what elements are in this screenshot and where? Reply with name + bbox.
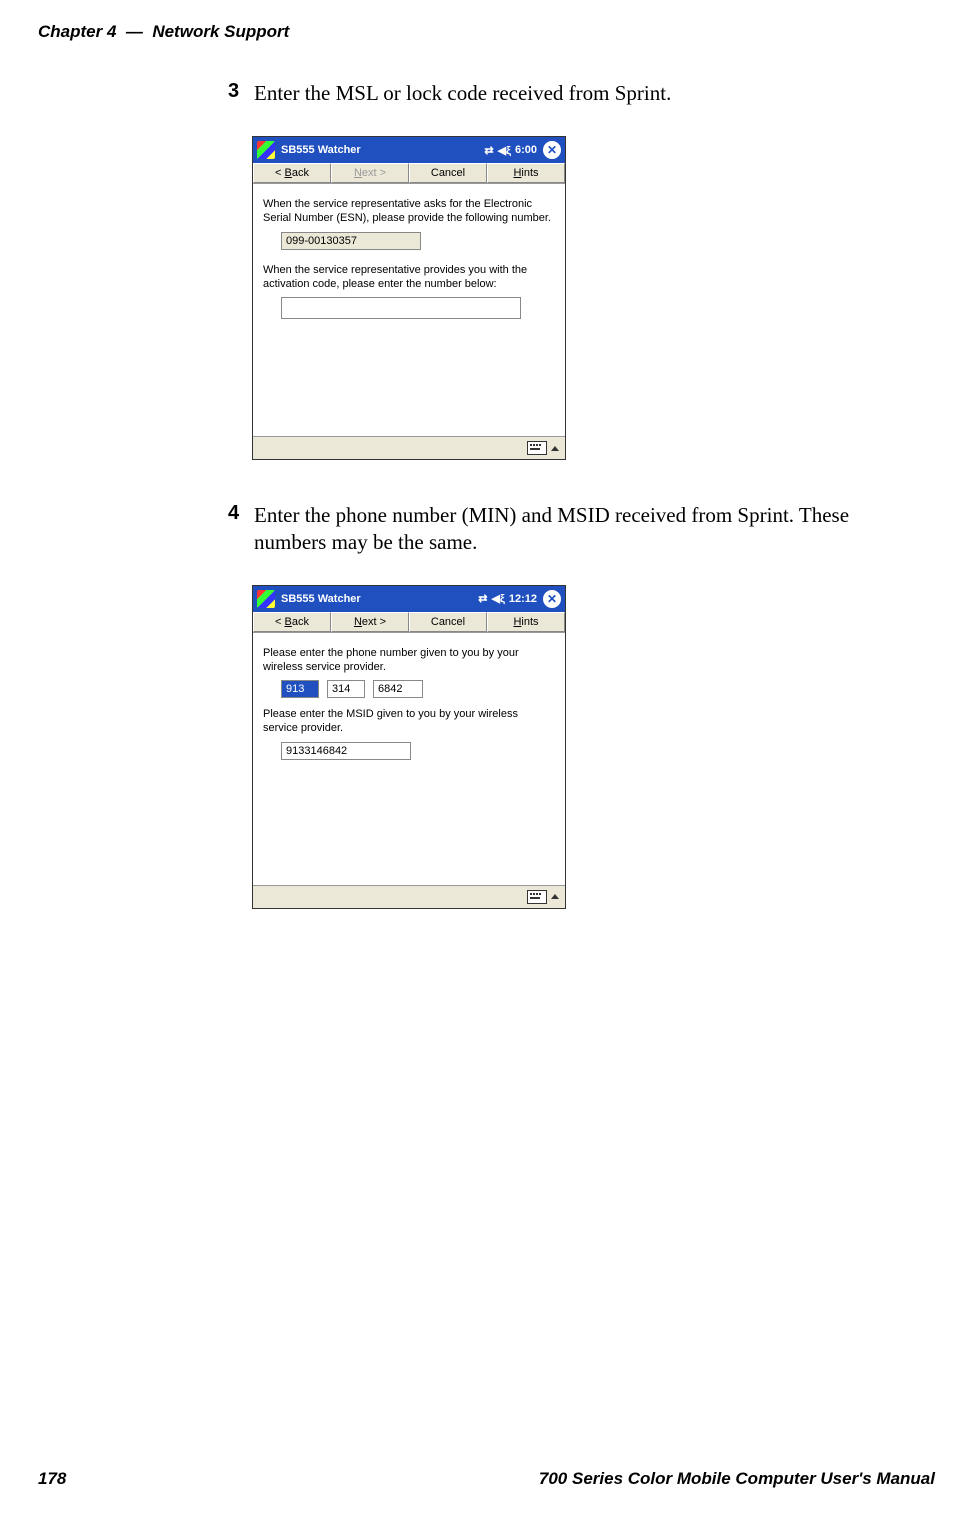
back-button[interactable]: < Back — [253, 612, 331, 632]
keyboard-icon[interactable] — [527, 890, 547, 904]
phone-prefix-input[interactable]: 314 — [327, 680, 365, 698]
cancel-button[interactable]: Cancel — [409, 612, 487, 632]
bottom-bar — [253, 885, 565, 908]
app-title: SB555 Watcher — [281, 144, 361, 156]
back-button[interactable]: < Back — [253, 163, 331, 183]
step-text: Enter the phone number (MIN) and MSID re… — [254, 502, 914, 555]
step-4: 4 Enter the phone number (MIN) and MSID … — [228, 502, 928, 555]
msid-instruction: Please enter the MSID given to you by yo… — [263, 708, 555, 736]
hints-button[interactable]: Hints — [487, 163, 565, 183]
start-icon[interactable] — [257, 141, 275, 159]
next-button[interactable]: Next > — [331, 612, 409, 632]
phone-area-input[interactable]: 913 — [281, 680, 319, 698]
page-number: 178 — [38, 1469, 66, 1489]
up-arrow-icon[interactable] — [551, 446, 559, 451]
cancel-button[interactable]: Cancel — [409, 163, 487, 183]
esn-instruction: When the service representative asks for… — [263, 198, 555, 226]
phone-instruction: Please enter the phone number given to y… — [263, 647, 555, 675]
chapter-title: Network Support — [152, 22, 289, 41]
status-icons: ⇄ ◀ξ 6:00 — [484, 144, 537, 157]
chapter-number: Chapter 4 — [38, 22, 116, 41]
step-text: Enter the MSL or lock code received from… — [254, 80, 914, 106]
activation-instruction: When the service representative provides… — [263, 264, 555, 292]
next-button: Next > — [331, 163, 409, 183]
device-screenshot-phone: SB555 Watcher ⇄ ◀ξ 12:12 ✕ < Back Next >… — [252, 585, 566, 909]
hints-button[interactable]: Hints — [487, 612, 565, 632]
esn-field: 099-00130357 — [281, 232, 421, 250]
sound-icon: ◀ξ — [498, 144, 511, 157]
status-icons: ⇄ ◀ξ 12:12 — [478, 592, 537, 605]
step-number: 4 — [228, 502, 250, 525]
start-icon[interactable] — [257, 590, 275, 608]
bottom-bar — [253, 436, 565, 459]
keyboard-icon[interactable] — [527, 441, 547, 455]
separator: — — [126, 22, 143, 41]
manual-title: 700 Series Color Mobile Computer User's … — [539, 1469, 935, 1489]
device-screenshot-esn: SB555 Watcher ⇄ ◀ξ 6:00 ✕ < Back Next > … — [252, 136, 566, 460]
phone-inputs: 913 314 6842 — [281, 680, 555, 698]
step-number: 3 — [228, 80, 250, 103]
page-header: Chapter 4 — Network Support — [38, 22, 935, 42]
sound-icon: ◀ξ — [492, 592, 505, 605]
connection-icon: ⇄ — [484, 144, 493, 157]
msid-input[interactable]: 9133146842 — [281, 742, 411, 760]
screen-body: Please enter the phone number given to y… — [253, 633, 565, 885]
title-bar: SB555 Watcher ⇄ ◀ξ 6:00 ✕ — [253, 137, 565, 163]
content-area: 3 Enter the MSL or lock code received fr… — [228, 80, 928, 951]
title-bar: SB555 Watcher ⇄ ◀ξ 12:12 ✕ — [253, 586, 565, 612]
connection-icon: ⇄ — [478, 592, 487, 605]
close-icon[interactable]: ✕ — [543, 590, 561, 608]
toolbar: < Back Next > Cancel Hints — [253, 163, 565, 184]
toolbar: < Back Next > Cancel Hints — [253, 612, 565, 633]
up-arrow-icon[interactable] — [551, 894, 559, 899]
app-title: SB555 Watcher — [281, 593, 361, 605]
clock: 6:00 — [515, 144, 537, 156]
close-icon[interactable]: ✕ — [543, 141, 561, 159]
activation-code-input[interactable] — [281, 297, 521, 319]
page-footer: 178 700 Series Color Mobile Computer Use… — [38, 1469, 935, 1489]
clock: 12:12 — [509, 593, 537, 605]
phone-line-input[interactable]: 6842 — [373, 680, 423, 698]
step-3: 3 Enter the MSL or lock code received fr… — [228, 80, 928, 106]
screen-body: When the service representative asks for… — [253, 184, 565, 436]
